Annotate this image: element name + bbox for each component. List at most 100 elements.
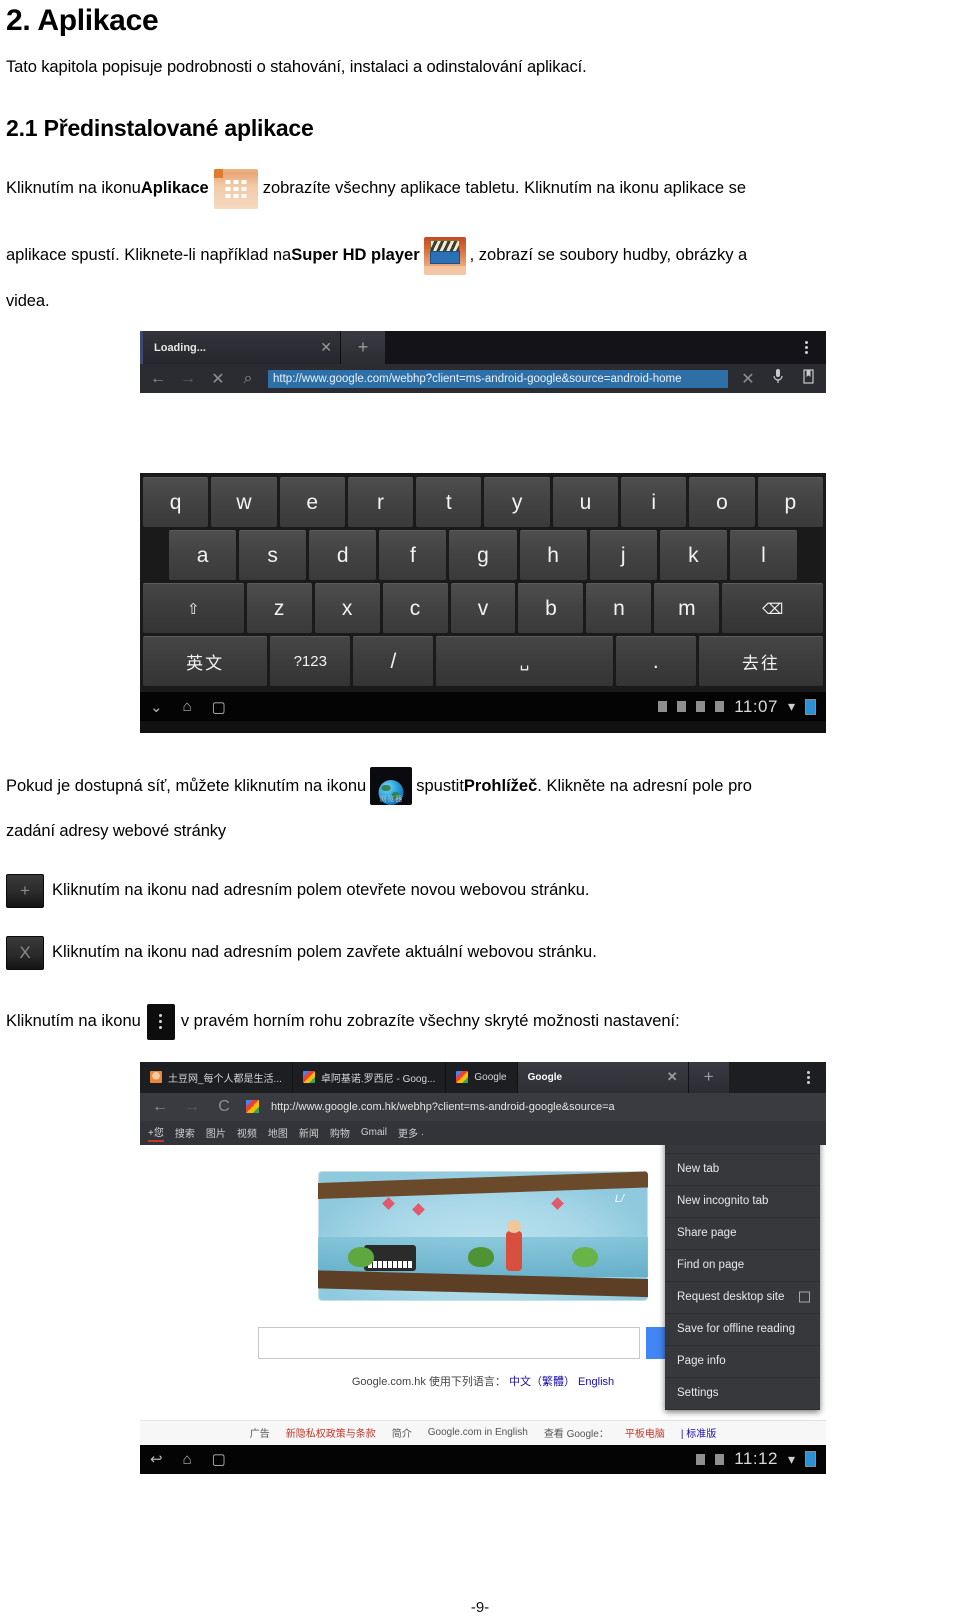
- new-tab-button[interactable]: +: [341, 331, 385, 365]
- menu-item-share-page[interactable]: Share page: [665, 1218, 820, 1250]
- key-j[interactable]: j: [589, 530, 657, 581]
- overflow-menu-button[interactable]: [790, 1061, 826, 1093]
- request-desktop-site-checkbox[interactable]: [799, 1291, 810, 1303]
- glink-images[interactable]: 图片: [206, 1125, 226, 1140]
- footer-privacy-link[interactable]: 新隐私权政策与条款: [286, 1425, 376, 1440]
- key-t[interactable]: t: [416, 477, 482, 528]
- new-tab-button[interactable]: +: [688, 1061, 729, 1093]
- footer-english-link[interactable]: Google.com in English: [428, 1427, 528, 1438]
- menu-item-save-offline[interactable]: Save for offline reading: [665, 1314, 820, 1346]
- menu-item-settings[interactable]: Settings: [665, 1378, 820, 1410]
- key-v[interactable]: v: [450, 583, 516, 634]
- key-o[interactable]: o: [689, 477, 755, 528]
- key-i[interactable]: i: [621, 477, 687, 528]
- menu-item-find-on-page[interactable]: Find on page: [665, 1250, 820, 1282]
- menu-item-new-tab[interactable]: New tab: [665, 1154, 820, 1186]
- glink-plus-you[interactable]: +您: [148, 1124, 164, 1142]
- key-e[interactable]: e: [279, 477, 345, 528]
- overflow-menu-button[interactable]: [786, 331, 826, 365]
- google-nav-links: +您 搜索 图片 视频 地图 新闻 购物 Gmail 更多 ·: [140, 1120, 826, 1145]
- browser-tab-rossini[interactable]: 卓阿基诺.罗西尼 - Goog...: [292, 1061, 447, 1093]
- key-y[interactable]: y: [484, 477, 550, 528]
- glink-gmail[interactable]: Gmail: [361, 1127, 387, 1138]
- glink-shopping[interactable]: 购物: [330, 1125, 350, 1140]
- browser-tab-google[interactable]: Google: [446, 1061, 518, 1093]
- browser-globe-icon: 浏览器: [370, 767, 413, 806]
- browser-tab-google-active[interactable]: Google ✕: [517, 1061, 689, 1093]
- glink-more[interactable]: 更多 ·: [398, 1125, 424, 1140]
- key-z[interactable]: z: [246, 583, 312, 634]
- key-h[interactable]: h: [519, 530, 587, 581]
- footer-tablet-link[interactable]: 平板电脑: [625, 1425, 665, 1440]
- key-l[interactable]: l: [729, 530, 797, 581]
- url-input[interactable]: http://www.google.com/webhp?client=ms-an…: [268, 369, 728, 388]
- back-icon[interactable]: ←: [150, 1098, 170, 1116]
- browser-tab-tudou[interactable]: 土豆网_每个人都是生活...: [140, 1061, 293, 1093]
- key-backspace[interactable]: ⌫: [722, 583, 824, 634]
- url-input[interactable]: http://www.google.com.hk/webhp?client=ms…: [271, 1101, 615, 1113]
- footer-about-link[interactable]: 简介: [392, 1425, 412, 1440]
- nav-home-icon[interactable]: ⌂: [183, 1451, 192, 1468]
- key-symbols[interactable]: ?123: [270, 636, 351, 687]
- close-tab-icon[interactable]: ✕: [653, 1069, 678, 1085]
- key-n[interactable]: n: [586, 583, 652, 634]
- close-tab-icon[interactable]: ✕: [312, 339, 332, 356]
- key-slash[interactable]: /: [353, 636, 434, 687]
- language-chinese-link[interactable]: 中文（繁體）: [509, 1376, 575, 1388]
- glink-news[interactable]: 新闻: [299, 1125, 319, 1140]
- nav-back-icon[interactable]: ⌄: [150, 698, 163, 716]
- footer-ads-link[interactable]: 广告: [250, 1425, 270, 1440]
- stop-icon[interactable]: ✕: [208, 369, 228, 389]
- key-go[interactable]: 去往: [698, 636, 824, 687]
- mic-icon[interactable]: [768, 368, 788, 389]
- key-x[interactable]: x: [314, 583, 380, 634]
- footer-standard-link[interactable]: | 标准版: [681, 1425, 716, 1440]
- key-f[interactable]: f: [379, 530, 447, 581]
- key-p[interactable]: p: [757, 477, 823, 528]
- google-doodle[interactable]: L/: [318, 1170, 648, 1301]
- browser-tab-loading[interactable]: Loading... ✕: [140, 331, 341, 365]
- key-k[interactable]: k: [659, 530, 727, 581]
- key-m[interactable]: m: [654, 583, 720, 634]
- key-period[interactable]: .: [615, 636, 696, 687]
- key-q[interactable]: q: [143, 477, 209, 528]
- document-page: 2. Aplikace Tato kapitola popisuje podro…: [0, 4, 960, 1622]
- key-a[interactable]: a: [169, 530, 237, 581]
- key-d[interactable]: d: [309, 530, 377, 581]
- key-shift[interactable]: ⇧: [143, 583, 244, 634]
- keyboard-row-3: ⇧ z x c v b n m ⌫: [143, 583, 824, 634]
- nav-home-icon[interactable]: ⌂: [183, 698, 192, 715]
- key-u[interactable]: u: [552, 477, 619, 528]
- nav-recents-icon[interactable]: ▢: [212, 698, 226, 716]
- bookmark-icon[interactable]: [798, 369, 818, 389]
- menu-item-new-incognito-tab[interactable]: New incognito tab: [665, 1186, 820, 1218]
- nav-back-icon[interactable]: ↩: [150, 1450, 163, 1468]
- back-icon[interactable]: ←: [148, 370, 168, 388]
- tudou-favicon: [150, 1071, 162, 1084]
- nav-recents-icon[interactable]: ▢: [212, 1450, 226, 1468]
- key-space[interactable]: ␣: [436, 636, 613, 687]
- forward-icon[interactable]: →: [182, 1098, 202, 1116]
- glink-video[interactable]: 视频: [237, 1125, 257, 1140]
- key-g[interactable]: g: [449, 530, 517, 581]
- wifi-icon: ▾: [787, 698, 795, 715]
- menu-item-page-info[interactable]: Page info: [665, 1346, 820, 1378]
- key-b[interactable]: b: [518, 583, 584, 634]
- google-search-input[interactable]: [258, 1326, 640, 1359]
- tab-title: 卓阿基诺.罗西尼 - Goog...: [320, 1073, 436, 1085]
- glink-search[interactable]: 搜索: [175, 1125, 195, 1140]
- key-c[interactable]: c: [382, 583, 448, 634]
- p1-bold-aplikace: Aplikace: [140, 179, 209, 198]
- key-r[interactable]: r: [347, 477, 414, 528]
- key-language-chinese[interactable]: 英文: [143, 636, 268, 687]
- menu-item-request-desktop-site[interactable]: Request desktop site: [665, 1282, 820, 1314]
- key-s[interactable]: s: [239, 530, 307, 581]
- language-english-link[interactable]: English: [578, 1376, 614, 1388]
- glink-maps[interactable]: 地图: [268, 1125, 288, 1140]
- clear-url-icon[interactable]: ✕: [738, 369, 758, 389]
- reload-icon[interactable]: C: [214, 1098, 234, 1116]
- tab-strip: Loading... ✕ +: [140, 331, 826, 365]
- forward-icon[interactable]: →: [178, 370, 198, 388]
- new-tab-plus-icon: +: [6, 873, 44, 908]
- key-w[interactable]: w: [211, 477, 277, 528]
